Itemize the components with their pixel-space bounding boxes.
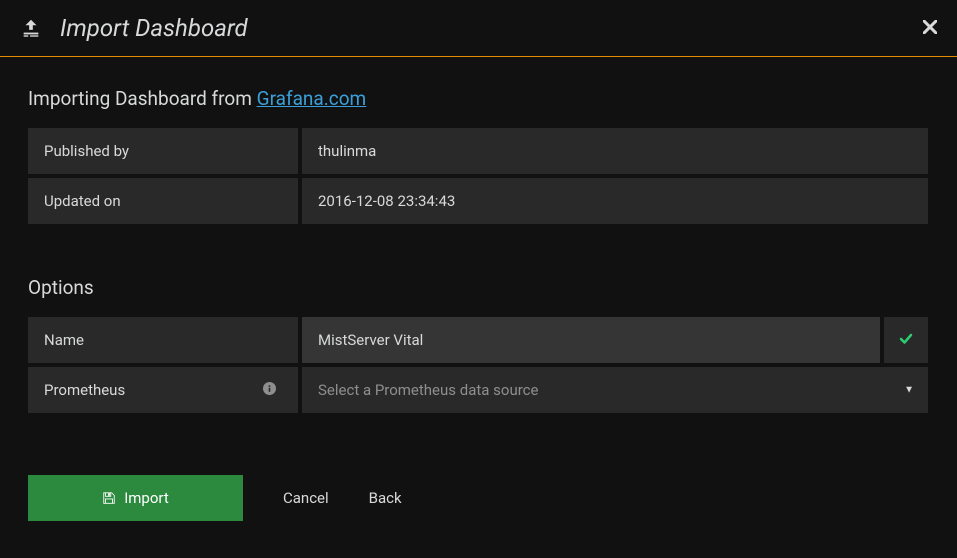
name-row: Name: [28, 317, 929, 363]
cancel-button[interactable]: Cancel: [283, 489, 329, 507]
check-icon: [899, 331, 913, 350]
name-input-wrapper: [302, 317, 880, 363]
heading-prefix: Importing Dashboard from: [28, 87, 257, 110]
modal-header: Import Dashboard: [0, 0, 957, 57]
modal-actions: Import Cancel Back: [28, 475, 929, 521]
updated-on-label: Updated on: [28, 178, 298, 224]
name-label: Name: [28, 317, 298, 363]
import-button-label: Import: [124, 489, 169, 507]
published-by-value: thulinma: [302, 128, 928, 174]
prometheus-label-text: Prometheus: [44, 381, 125, 399]
prometheus-row: Prometheus Select a Prometheus data sour…: [28, 367, 929, 413]
close-icon[interactable]: [923, 18, 937, 39]
upload-icon: [20, 17, 42, 39]
info-icon[interactable]: [263, 382, 276, 399]
published-by-label: Published by: [28, 128, 298, 174]
import-dashboard-modal: Import Dashboard Importing Dashboard fro…: [0, 0, 957, 558]
options-title: Options: [28, 276, 929, 299]
name-valid-indicator: [884, 317, 928, 363]
updated-on-row: Updated on 2016-12-08 23:34:43: [28, 178, 929, 224]
name-input[interactable]: [302, 317, 880, 363]
published-by-row: Published by thulinma: [28, 128, 929, 174]
save-icon: [102, 491, 116, 505]
import-source-heading: Importing Dashboard from Grafana.com: [28, 87, 929, 110]
prometheus-select-wrapper: Select a Prometheus data source ▼: [302, 367, 928, 413]
back-button[interactable]: Back: [369, 489, 402, 507]
prometheus-label: Prometheus: [28, 367, 298, 413]
modal-content: Importing Dashboard from Grafana.com Pub…: [0, 57, 957, 551]
modal-title: Import Dashboard: [60, 14, 248, 42]
import-button[interactable]: Import: [28, 475, 243, 521]
prometheus-select[interactable]: Select a Prometheus data source: [302, 367, 928, 413]
updated-on-value: 2016-12-08 23:34:43: [302, 178, 928, 224]
options-section: Options Name Prometheus: [28, 276, 929, 413]
grafana-link[interactable]: Grafana.com: [257, 87, 367, 110]
